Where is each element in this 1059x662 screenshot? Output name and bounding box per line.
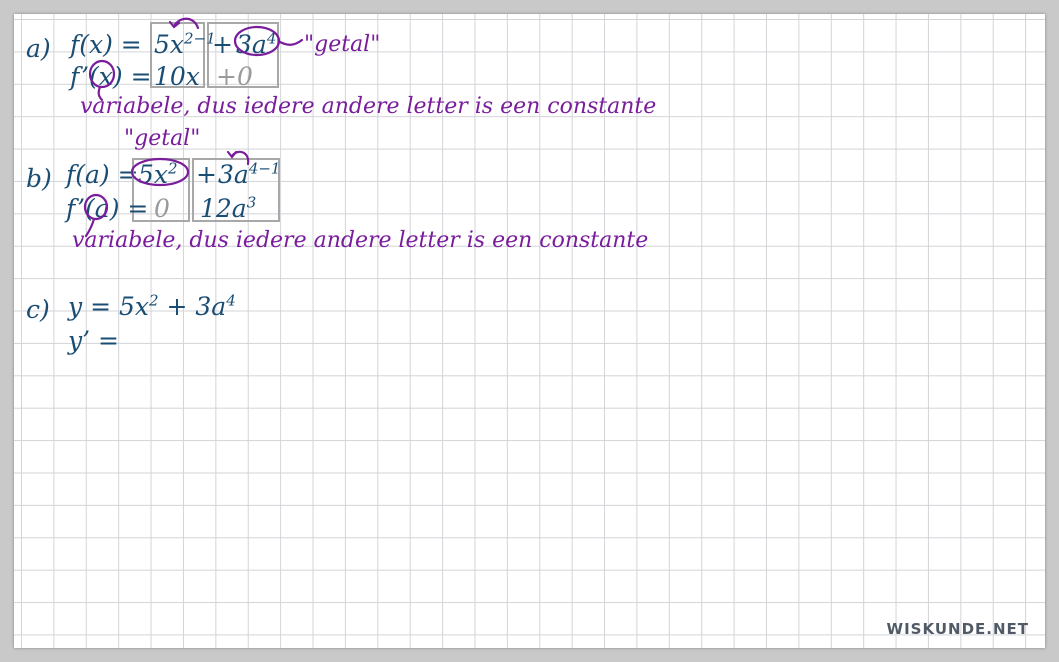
part-b-variable-pointer (84, 217, 96, 238)
part-b-term1-circle (130, 157, 190, 187)
brand-logo: WISKUNDE.NET (886, 620, 1029, 638)
part-a-getal-pointer (278, 38, 304, 46)
part-a-term2-circle (233, 25, 281, 57)
annotation-layer (83, 17, 304, 238)
part-a-variable-circle (88, 59, 116, 89)
whiteboard: a) f(x) = 5x2−1 + 3a4 "getal" f’(x) = 10… (14, 14, 1045, 648)
part-a-variable-pointer (97, 85, 104, 102)
part-b-variable-circle (83, 193, 109, 221)
